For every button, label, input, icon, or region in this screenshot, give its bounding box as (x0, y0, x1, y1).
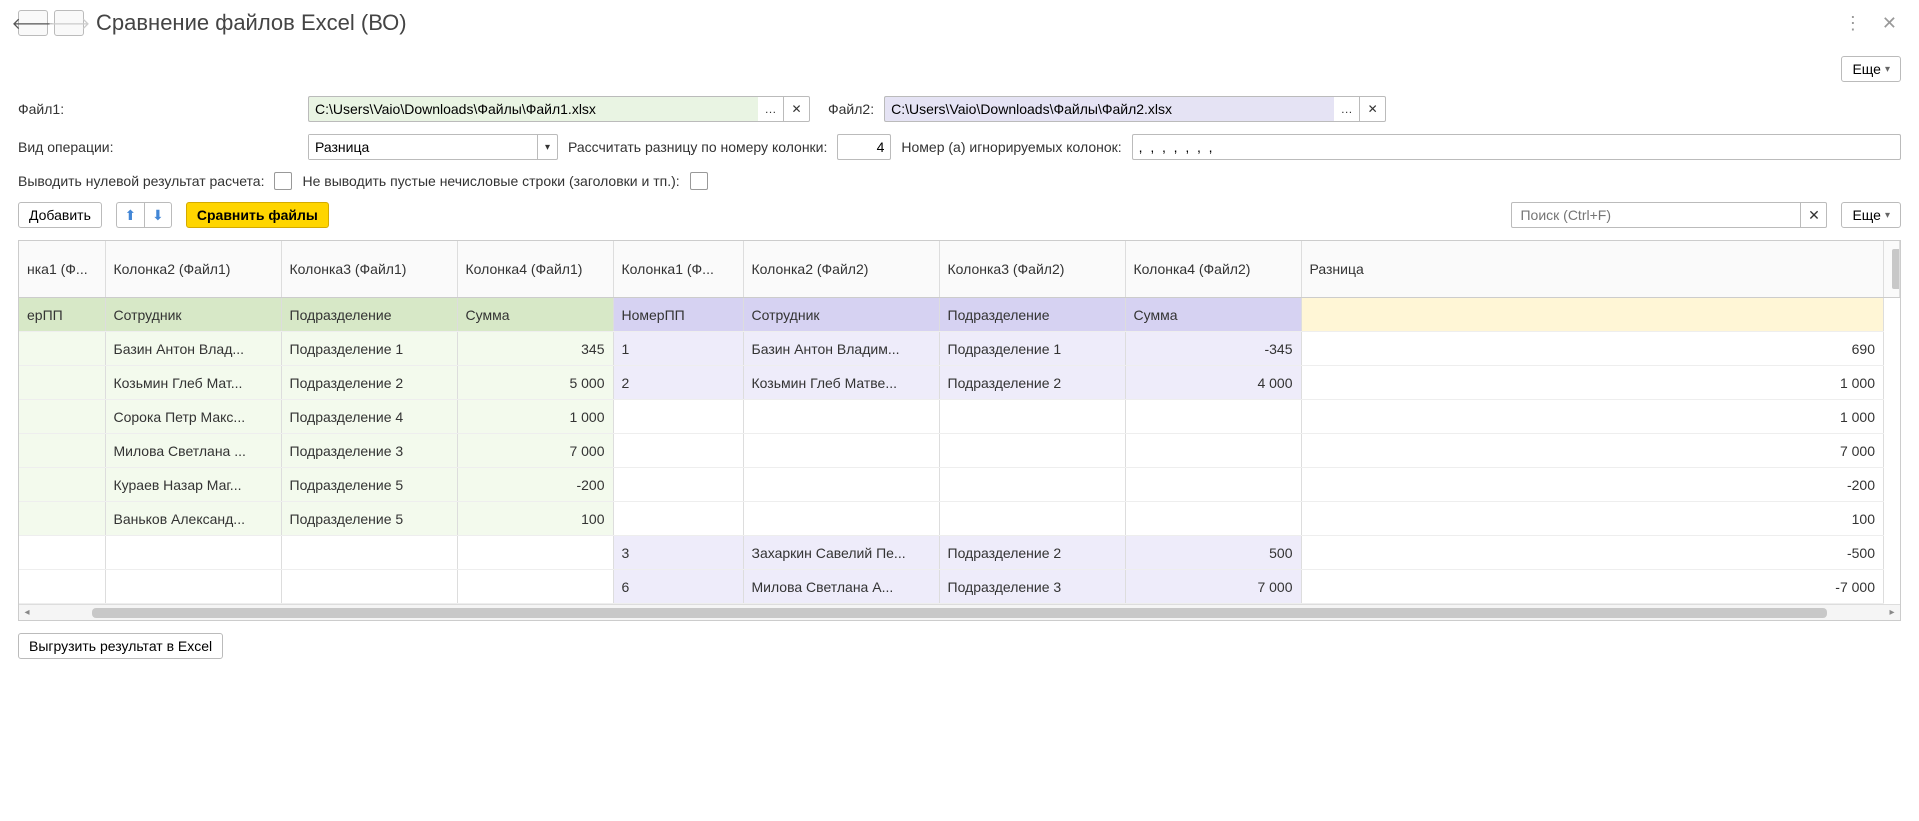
scroll-right-icon[interactable]: ▸ (1884, 607, 1900, 618)
vertical-scrollbar[interactable] (1884, 241, 1900, 298)
table-subheader-row: ерПП Сотрудник Подразделение Сумма Номер… (19, 298, 1900, 332)
close-icon[interactable]: ✕ (1878, 13, 1901, 34)
operation-select[interactable]: ▾ (308, 134, 558, 160)
table-row[interactable]: Козьмин Глеб Мат...Подразделение 25 0002… (19, 366, 1900, 400)
ignore-columns-input[interactable] (1132, 134, 1901, 160)
chevron-down-icon: ▾ (1885, 210, 1890, 221)
file1-label: Файл1: (18, 101, 298, 117)
column-header[interactable]: Разница (1301, 241, 1884, 298)
more-button-toolbar[interactable]: Еще ▾ (1841, 202, 1901, 228)
kebab-menu-icon[interactable]: ⋮ (1840, 13, 1866, 34)
file1-input[interactable] (308, 96, 758, 122)
result-table: нка1 (Ф... Колонка2 (Файл1) Колонка3 (Фа… (18, 240, 1901, 621)
file2-label: Файл2: (828, 101, 874, 117)
file1-clear-button[interactable]: ✕ (784, 96, 810, 122)
export-excel-button[interactable]: Выгрузить результат в Excel (18, 633, 223, 659)
more-button-top[interactable]: Еще ▾ (1841, 56, 1901, 82)
page-title: Сравнение файлов Excel (ВО) (96, 10, 1828, 36)
column-header[interactable]: Колонка4 (Файл2) (1125, 241, 1301, 298)
add-button[interactable]: Добавить (18, 202, 102, 228)
column-header[interactable]: Колонка3 (Файл2) (939, 241, 1125, 298)
scroll-left-icon[interactable]: ◂ (19, 607, 35, 618)
file2-input[interactable] (884, 96, 1334, 122)
calc-column-label: Рассчитать разницу по номеру колонки: (568, 139, 827, 155)
table-row[interactable]: Милова Светлана ...Подразделение 37 0007… (19, 434, 1900, 468)
compare-files-button[interactable]: Сравнить файлы (186, 202, 329, 228)
column-header[interactable]: нка1 (Ф... (19, 241, 105, 298)
column-header[interactable]: Колонка3 (Файл1) (281, 241, 457, 298)
more-label: Еще (1852, 61, 1881, 77)
operation-label: Вид операции: (18, 139, 298, 155)
ignore-columns-label: Номер (а) игнорируемых колонок: (901, 139, 1121, 155)
table-row[interactable]: Кураев Назар Маг...Подразделение 5-200-2… (19, 468, 1900, 502)
output-zero-label: Выводить нулевой результат расчета: (18, 173, 264, 189)
chevron-down-icon[interactable]: ▾ (537, 135, 557, 159)
nav-back-button[interactable]: 🡐 (18, 10, 48, 36)
skip-empty-checkbox[interactable] (690, 172, 708, 190)
table-header-row: нка1 (Ф... Колонка2 (Файл1) Колонка3 (Фа… (19, 241, 1900, 298)
search-input[interactable] (1511, 202, 1801, 228)
table-row[interactable]: 6Милова Светлана А...Подразделение 37 00… (19, 570, 1900, 604)
file2-clear-button[interactable]: ✕ (1360, 96, 1386, 122)
output-zero-checkbox[interactable] (274, 172, 292, 190)
column-header[interactable]: Колонка2 (Файл1) (105, 241, 281, 298)
file1-browse-button[interactable]: … (758, 96, 784, 122)
column-header[interactable]: Колонка4 (Файл1) (457, 241, 613, 298)
operation-value[interactable] (309, 135, 537, 159)
column-header[interactable]: Колонка2 (Файл2) (743, 241, 939, 298)
skip-empty-label: Не выводить пустые нечисловые строки (за… (302, 173, 679, 189)
column-header[interactable]: Колонка1 (Ф... (613, 241, 743, 298)
table-row[interactable]: Сорока Петр Макс...Подразделение 41 0001… (19, 400, 1900, 434)
table-row[interactable]: Базин Антон Влад...Подразделение 13451Ба… (19, 332, 1900, 366)
nav-forward-button[interactable]: 🡒 (54, 10, 84, 36)
table-row[interactable]: 3Захаркин Савелий Пе...Подразделение 250… (19, 536, 1900, 570)
horizontal-scrollbar[interactable]: ◂ ▸ (19, 604, 1900, 620)
table-row[interactable]: Ваньков Александ...Подразделение 5100100 (19, 502, 1900, 536)
move-down-button[interactable]: ⬇ (144, 202, 172, 228)
calc-column-input[interactable] (837, 134, 891, 160)
chevron-down-icon: ▾ (1885, 64, 1890, 75)
move-up-button[interactable]: ⬆ (116, 202, 144, 228)
file2-browse-button[interactable]: … (1334, 96, 1360, 122)
search-clear-button[interactable]: ✕ (1801, 202, 1827, 228)
